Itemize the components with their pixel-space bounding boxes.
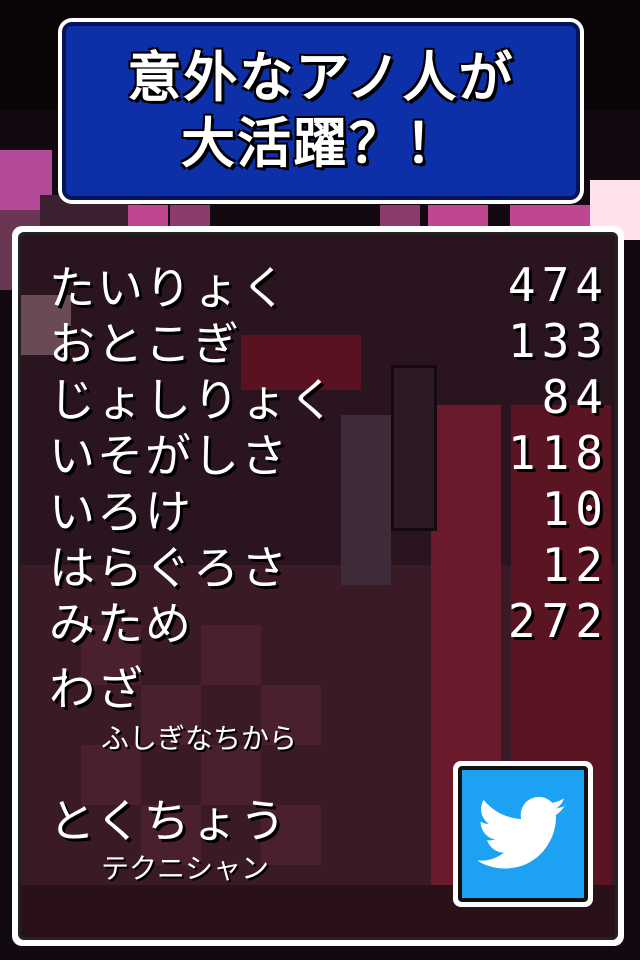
twitter-share-button[interactable] — [453, 761, 593, 907]
status-panel: たいりょく 474 おとこぎ 133 じょしりょく 84 いそがしさ 118 い… — [12, 226, 624, 946]
stat-row-looks: みため 272 — [49, 593, 609, 651]
stat-value: 272 — [507, 594, 609, 648]
stat-row-femininity: じょしりょく 84 — [49, 369, 609, 427]
twitter-bird-icon — [478, 796, 567, 869]
stat-row-chivalry: おとこぎ 133 — [49, 313, 609, 371]
stat-value: 133 — [507, 314, 609, 368]
stat-row-busyness: いそがしさ 118 — [49, 425, 609, 483]
title-banner-inner: 意外なアノ人が 大活躍？！ — [62, 22, 580, 200]
stat-value: 10 — [541, 482, 609, 536]
twitter-share-button-inner[interactable] — [458, 766, 588, 902]
stat-row-stamina: たいりょく 474 — [49, 257, 609, 315]
status-panel-inner: たいりょく 474 おとこぎ 133 じょしりょく 84 いそがしさ 118 い… — [18, 232, 618, 940]
title-banner: 意外なアノ人が 大活躍？！ — [58, 18, 584, 204]
stat-value: 118 — [507, 426, 609, 480]
skill-value: ふしぎなちから — [101, 722, 298, 755]
stat-row-charm: いろけ 10 — [49, 481, 609, 539]
stat-value: 474 — [507, 258, 609, 312]
banner-title-line1: 意外なアノ人が — [127, 46, 515, 109]
stat-value: 12 — [541, 538, 609, 592]
banner-title-line2: 大活躍？！ — [181, 112, 461, 175]
skill-label: わざ — [49, 662, 145, 716]
stat-row-cunning: はらぐろさ 12 — [49, 537, 609, 595]
stat-label: みため — [49, 597, 193, 651]
stat-value: 84 — [541, 370, 609, 424]
stats-list: たいりょく 474 おとこぎ 133 じょしりょく 84 いそがしさ 118 い… — [49, 257, 609, 651]
trait-value: テクニシャン — [101, 852, 270, 885]
trait-label: とくちょう — [49, 794, 288, 848]
